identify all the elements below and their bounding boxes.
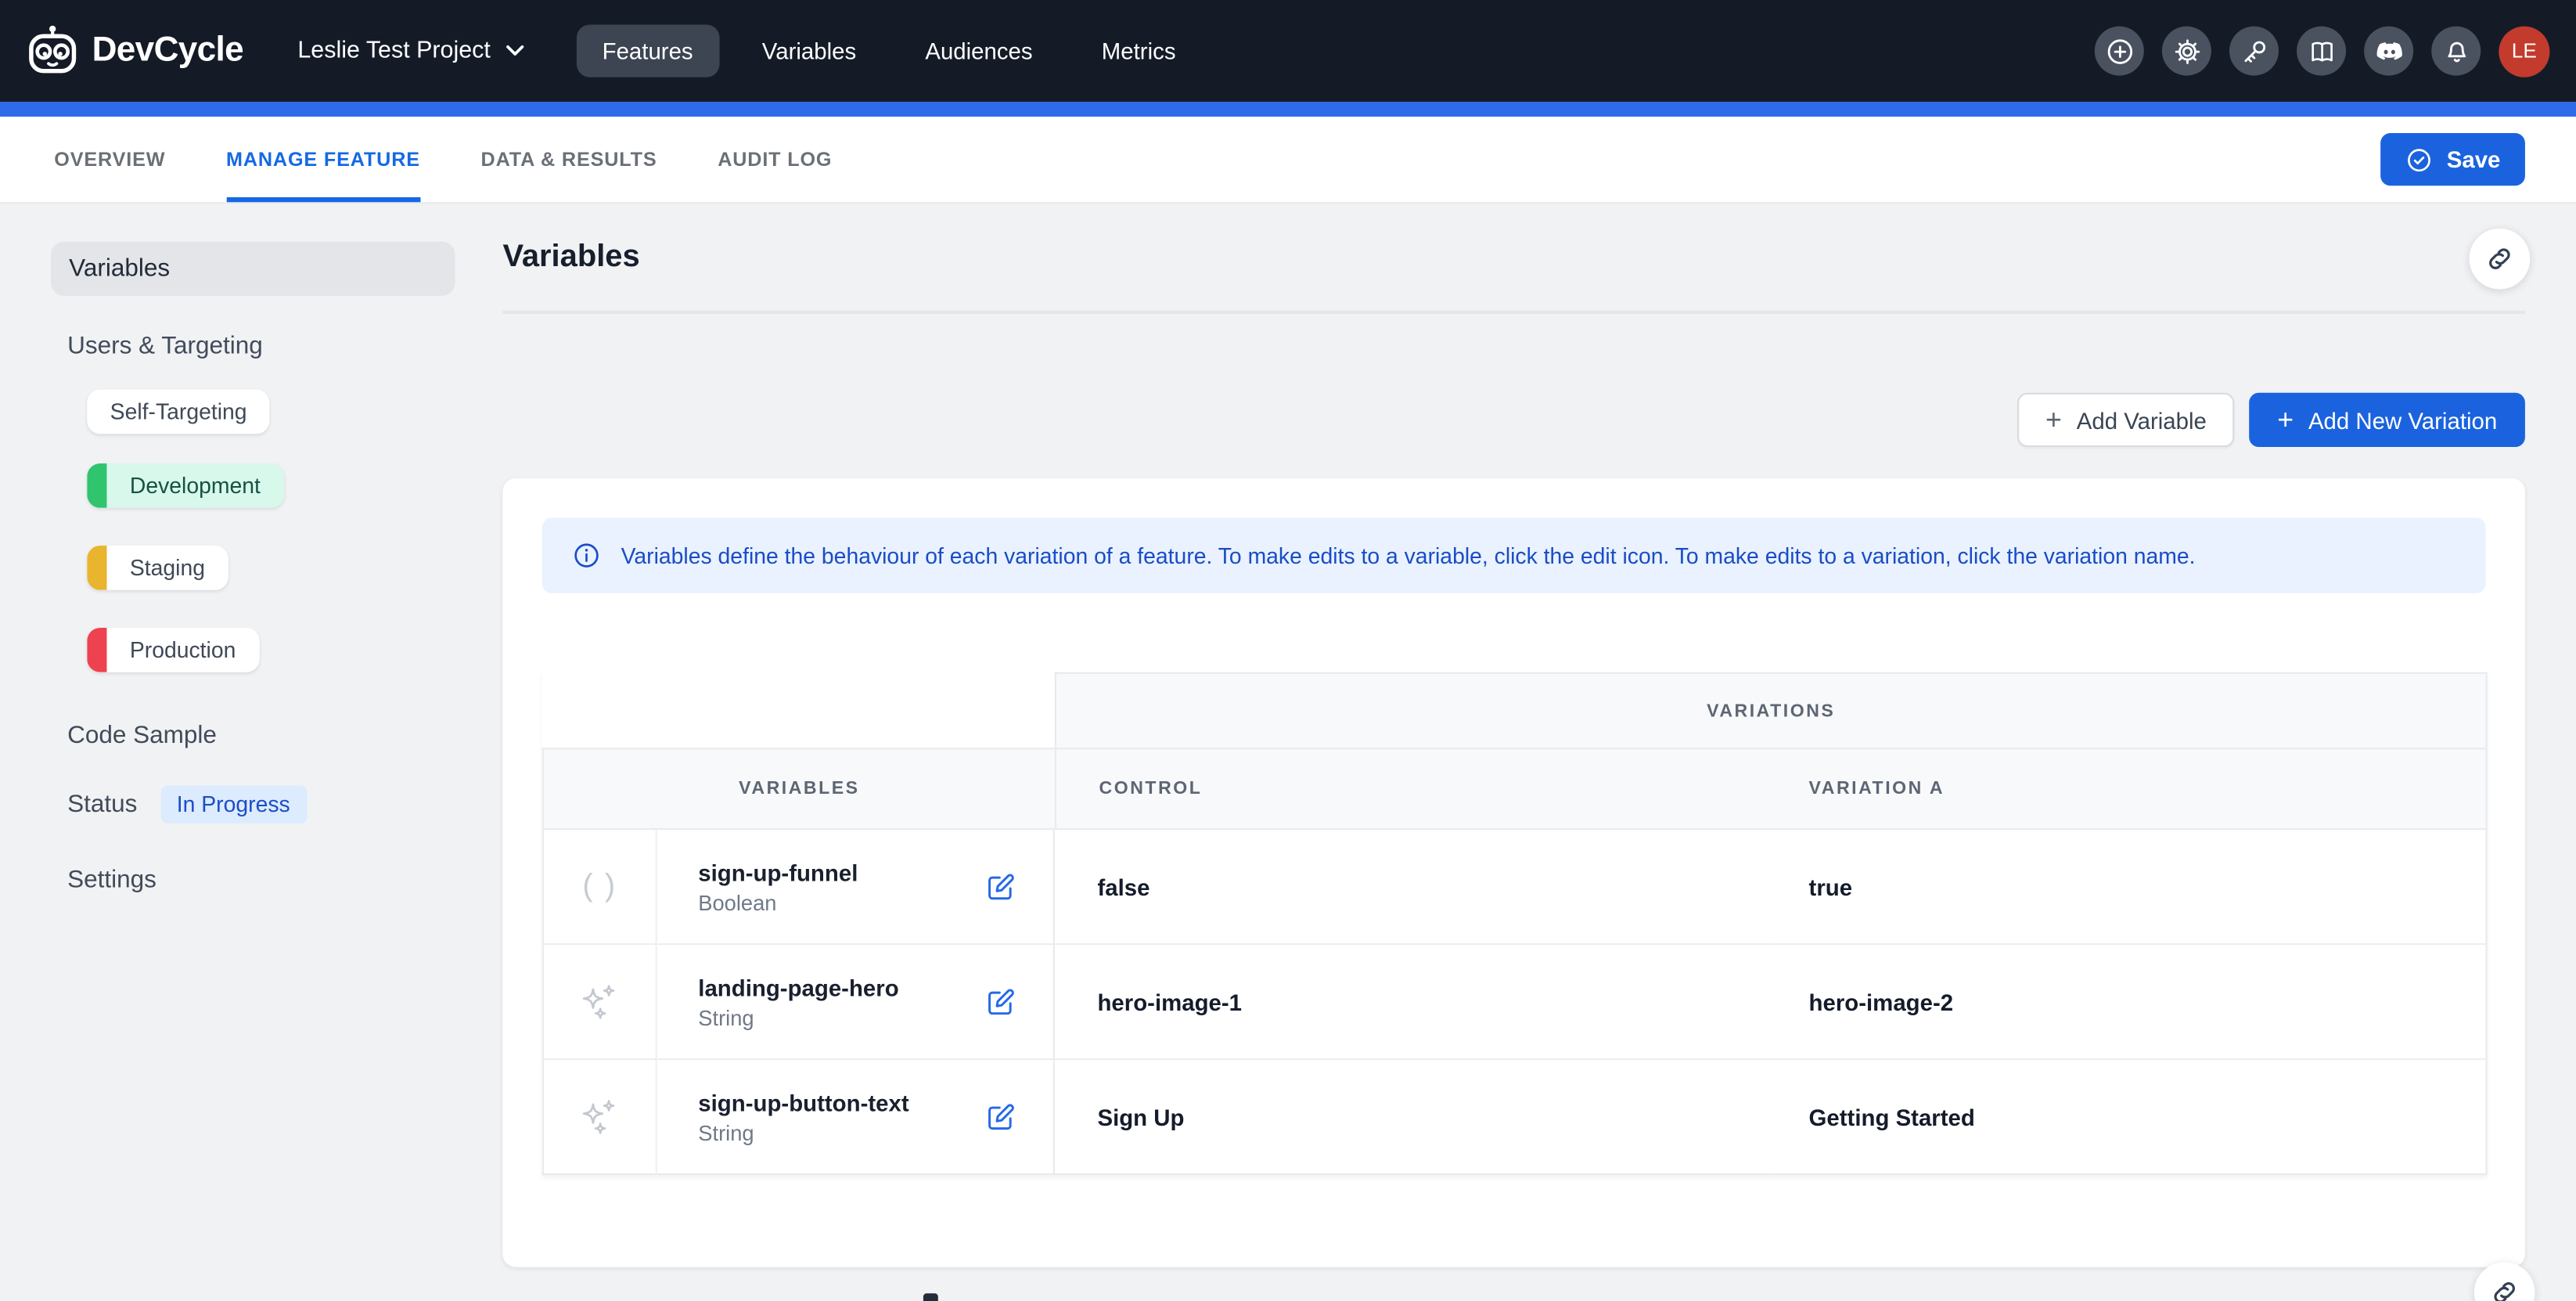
tab-manage-feature[interactable]: MANAGE FEATURE: [226, 117, 420, 202]
edit-variable-icon[interactable]: [984, 986, 1017, 1018]
variation-a-value: true: [1771, 830, 2487, 945]
variable-type: String: [698, 1004, 898, 1033]
env-color-bar-production: [87, 628, 106, 672]
column-header-variation-a: VARIATION A: [1771, 748, 2487, 830]
sidebar-item-variables[interactable]: Variables: [51, 242, 455, 296]
top-navigation-bar: DevCycle Leslie Test Project Features Va…: [0, 0, 2576, 102]
control-value: Sign Up: [1055, 1060, 1771, 1175]
project-selector[interactable]: Leslie Test Project: [297, 38, 523, 64]
variable-type: String: [698, 1119, 908, 1148]
column-header-control: CONTROL: [1055, 748, 1771, 830]
add-variable-button[interactable]: + Add Variable: [2017, 393, 2234, 447]
variables-section-header: Variables: [502, 204, 2524, 314]
tab-data-results[interactable]: DATA & RESULTS: [481, 117, 657, 202]
string-sparkles-icon: [542, 1060, 657, 1175]
clipped-content-fragment: [923, 1293, 938, 1301]
variations-group-header: VARIATIONS: [1055, 672, 2488, 748]
plus-icon: +: [2277, 405, 2294, 434]
variation-a-value: hero-image-2: [1771, 945, 2487, 1060]
string-sparkles-icon: [542, 945, 657, 1060]
variable-cell: sign-up-button-text String: [657, 1060, 1055, 1175]
next-section-link-button[interactable]: [2474, 1262, 2535, 1301]
info-banner: Variables define the behaviour of each v…: [542, 517, 2486, 593]
add-new-variation-label: Add New Variation: [2308, 407, 2497, 434]
variables-card: Variables define the behaviour of each v…: [502, 478, 2524, 1267]
notifications-bell-icon[interactable]: [2431, 27, 2481, 76]
column-header-variables: VARIABLES: [542, 748, 1055, 830]
feature-tabs-bar: OVERVIEW MANAGE FEATURE DATA & RESULTS A…: [0, 117, 2576, 204]
variable-name: sign-up-funnel: [698, 856, 858, 889]
sidebar-env-staging[interactable]: Staging: [87, 546, 228, 590]
accent-progress-bar: [0, 102, 2576, 117]
sidebar-item-code-sample[interactable]: Code Sample: [67, 722, 493, 750]
variable-type: Boolean: [698, 889, 858, 918]
add-variable-label: Add Variable: [2077, 407, 2207, 434]
variable-name: sign-up-button-text: [698, 1086, 908, 1119]
project-selector-label: Leslie Test Project: [297, 38, 490, 64]
manage-feature-page: Variables Users & Targeting Self-Targeti…: [0, 204, 2576, 1301]
variation-a-value: Getting Started: [1771, 1060, 2487, 1175]
table-spacer-cell: [542, 672, 1055, 748]
env-color-bar-staging: [87, 546, 106, 590]
app-window: DevCycle Leslie Test Project Features Va…: [0, 0, 2576, 1301]
sidebar-env-self-targeting[interactable]: Self-Targeting: [87, 390, 270, 434]
status-label: Status: [67, 791, 137, 819]
plus-icon: +: [2045, 405, 2062, 434]
sidebar-item-users-targeting[interactable]: Users & Targeting: [67, 332, 493, 360]
sidebar-env-development[interactable]: Development: [87, 463, 283, 508]
env-color-bar-development: [87, 463, 106, 508]
variables-section: Variables + Add Variable + Add New Varia…: [502, 204, 2524, 1267]
edit-variable-icon[interactable]: [984, 1101, 1017, 1133]
topnav-utility-buttons: LE: [2095, 26, 2550, 77]
tab-audit-log[interactable]: AUDIT LOG: [718, 117, 832, 202]
primary-nav: Features Variables Audiences Metrics: [576, 24, 1202, 77]
save-button-label: Save: [2447, 146, 2501, 173]
logo-wordmark: DevCycle: [92, 31, 244, 70]
add-new-variation-button[interactable]: + Add New Variation: [2249, 393, 2524, 447]
variable-cell: sign-up-funnel Boolean: [657, 830, 1055, 945]
variable-cell: landing-page-hero String: [657, 945, 1055, 1060]
settings-gear-icon[interactable]: [2162, 27, 2211, 76]
devcycle-robot-icon: [23, 21, 82, 81]
devcycle-logo[interactable]: DevCycle: [23, 21, 243, 81]
api-key-icon[interactable]: [2229, 27, 2279, 76]
nav-item-features[interactable]: Features: [576, 24, 719, 77]
docs-book-icon[interactable]: [2297, 27, 2346, 76]
nav-item-audiences[interactable]: Audiences: [899, 24, 1059, 77]
section-link-button[interactable]: [2470, 229, 2531, 290]
sidebar-item-settings[interactable]: Settings: [67, 866, 493, 894]
sidebar-env-production[interactable]: Production: [87, 628, 258, 672]
sidebar-status-row: Status In Progress: [67, 786, 493, 823]
variables-table: VARIATIONS VARIABLES CONTROL VARIATION A…: [542, 672, 2488, 1175]
nav-item-metrics[interactable]: Metrics: [1075, 24, 1202, 77]
edit-variable-icon[interactable]: [984, 870, 1017, 903]
boolean-type-icon: ( ): [542, 830, 657, 945]
feature-sidebar: Variables Users & Targeting Self-Targeti…: [0, 204, 493, 894]
add-circle-icon[interactable]: [2095, 27, 2144, 76]
user-avatar[interactable]: LE: [2499, 26, 2549, 77]
env-label: Staging: [106, 556, 228, 580]
chevron-down-icon: [505, 45, 523, 58]
info-banner-text: Variables define the behaviour of each v…: [621, 543, 2196, 568]
variables-actions: + Add Variable + Add New Variation: [502, 393, 2524, 447]
control-value: false: [1055, 830, 1771, 945]
variable-name: landing-page-hero: [698, 971, 898, 1004]
check-circle-icon: [2405, 146, 2434, 174]
discord-icon[interactable]: [2364, 27, 2413, 76]
tab-overview[interactable]: OVERVIEW: [54, 117, 165, 202]
env-label: Production: [106, 638, 258, 662]
env-label: Development: [106, 474, 283, 498]
nav-item-variables[interactable]: Variables: [736, 24, 883, 77]
save-button[interactable]: Save: [2381, 133, 2525, 186]
info-circle-icon: [572, 541, 602, 571]
page-title: Variables: [502, 239, 639, 275]
status-badge[interactable]: In Progress: [160, 786, 307, 823]
control-value: hero-image-1: [1055, 945, 1771, 1060]
env-label: Self-Targeting: [87, 399, 270, 423]
